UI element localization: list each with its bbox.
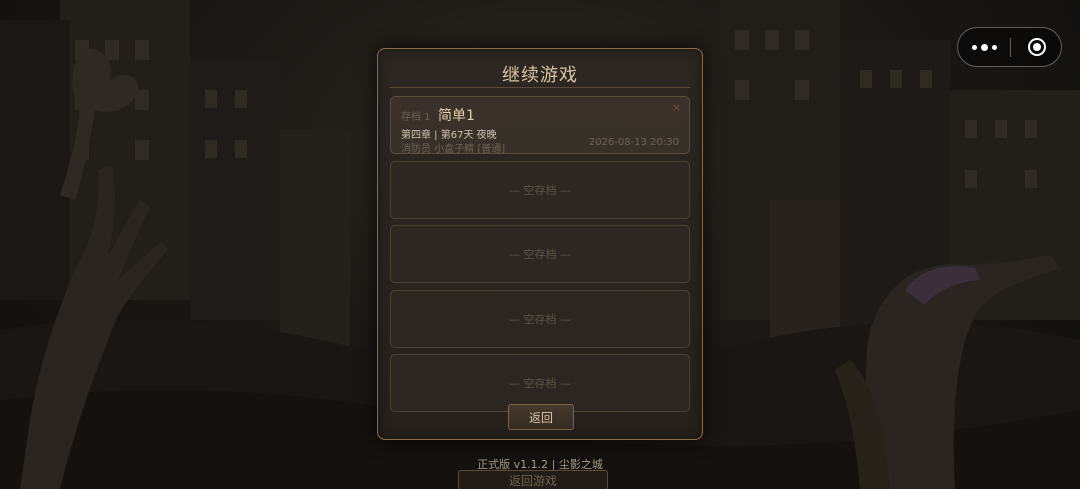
save-slot-1[interactable]: 存档 1 简单1 第四章 | 第67天 夜晚 消防员 小盒子精 [普通] 202…	[390, 96, 690, 155]
empty-slot-label: — 空存档 —	[509, 313, 571, 326]
delete-slot-icon[interactable]: ×	[672, 101, 681, 114]
background-menu-button: 返回游戏	[458, 470, 608, 489]
target-close-icon[interactable]	[1011, 28, 1063, 66]
empty-slot-label: — 空存档 —	[509, 184, 571, 197]
empty-slot-label: — 空存档 —	[509, 248, 571, 261]
more-dots-icon[interactable]	[958, 28, 1010, 66]
slot-save-name: 简单1	[438, 108, 475, 124]
game-screen: 正式版 v1.1.2 | 尘影之城 返回游戏 继续游戏 存档 1 简单1 第四章…	[0, 0, 1080, 489]
slot-index-label: 存档 1	[401, 112, 431, 123]
title-divider	[390, 87, 690, 88]
save-slot-2[interactable]: — 空存档 —	[390, 161, 690, 219]
save-slot-4[interactable]: — 空存档 —	[390, 290, 690, 348]
slot-progress: 第四章 | 第67天 夜晚	[401, 130, 497, 141]
dialog-title: 继续游戏	[502, 65, 578, 86]
continue-game-dialog: 继续游戏 存档 1 简单1 第四章 | 第67天 夜晚 消防员 小盒子精 [普通…	[377, 48, 703, 440]
slot-role: 消防员 小盒子精 [普通]	[401, 144, 506, 155]
menu-capsule	[957, 27, 1062, 67]
slot-timestamp: 2026-08-13 20:30	[588, 137, 679, 148]
back-button[interactable]: 返回	[508, 404, 574, 430]
empty-slot-label: — 空存档 —	[509, 377, 571, 390]
save-slot-3[interactable]: — 空存档 —	[390, 225, 690, 283]
